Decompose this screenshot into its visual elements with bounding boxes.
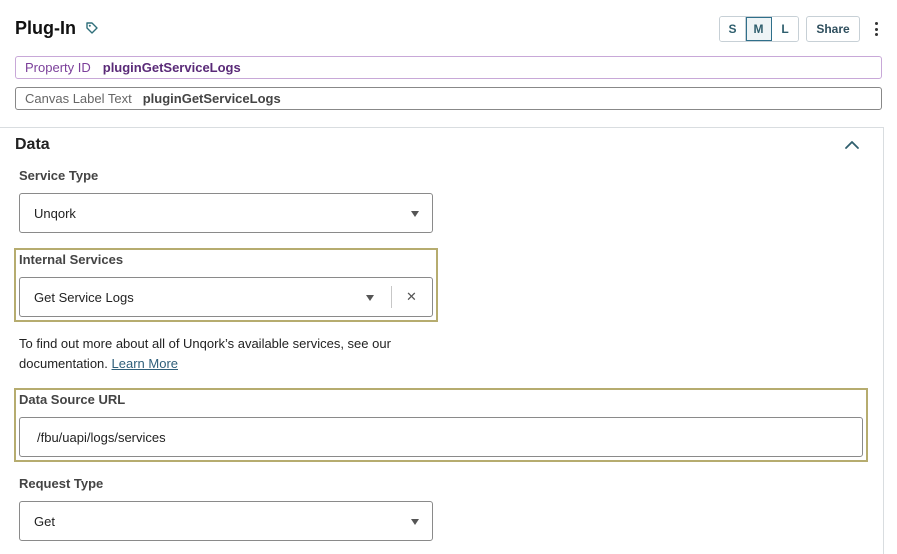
request-type-value: Get <box>34 513 55 529</box>
canvas-label-label: Canvas Label Text <box>25 91 132 106</box>
property-id-value: pluginGetServiceLogs <box>102 60 241 75</box>
help-text-body: To find out more about all of Unqork’s a… <box>19 336 391 371</box>
clear-icon[interactable]: ✕ <box>406 289 417 305</box>
kebab-icon[interactable] <box>871 20 881 38</box>
property-id-field[interactable]: Property ID pluginGetServiceLogs <box>15 56 882 79</box>
service-type-select[interactable]: Unqork <box>19 193 433 233</box>
chevron-down-icon <box>411 519 419 525</box>
chevron-down-icon[interactable] <box>366 295 374 301</box>
tag-icon[interactable] <box>85 21 99 35</box>
size-large-button[interactable]: L <box>772 17 798 41</box>
section-title-data: Data <box>15 136 50 153</box>
panel-header: Plug-In S M L Share <box>15 16 885 42</box>
size-small-button[interactable]: S <box>720 17 746 41</box>
internal-services-value: Get Service Logs <box>34 289 134 305</box>
data-source-url-input[interactable]: /fbu/uapi/logs/services <box>19 417 863 457</box>
size-medium-button[interactable]: M <box>746 17 772 41</box>
service-type-label: Service Type <box>19 168 99 183</box>
canvas-label-field[interactable]: Canvas Label Text pluginGetServiceLogs <box>15 87 882 110</box>
request-type-select[interactable]: Get <box>19 501 433 541</box>
panel-right-border <box>883 127 884 554</box>
property-id-label: Property ID <box>25 60 91 75</box>
internal-services-label: Internal Services <box>19 252 124 267</box>
chevron-up-icon[interactable] <box>843 138 861 152</box>
request-type-label: Request Type <box>19 476 104 491</box>
service-type-value: Unqork <box>34 205 76 221</box>
share-button[interactable]: Share <box>806 16 860 42</box>
panel-title: Plug-In <box>15 18 76 38</box>
section-divider <box>0 127 884 128</box>
data-source-url-label: Data Source URL <box>19 392 126 407</box>
size-toggle-group: S M L <box>719 16 799 42</box>
learn-more-link[interactable]: Learn More <box>112 356 178 371</box>
internal-services-select[interactable]: Get Service Logs ✕ <box>19 277 433 317</box>
canvas-label-value: pluginGetServiceLogs <box>142 91 281 106</box>
services-help-text: To find out more about all of Unqork’s a… <box>19 334 439 374</box>
data-source-url-value: /fbu/uapi/logs/services <box>37 429 166 445</box>
chevron-down-icon <box>411 211 419 217</box>
select-separator <box>391 286 392 308</box>
